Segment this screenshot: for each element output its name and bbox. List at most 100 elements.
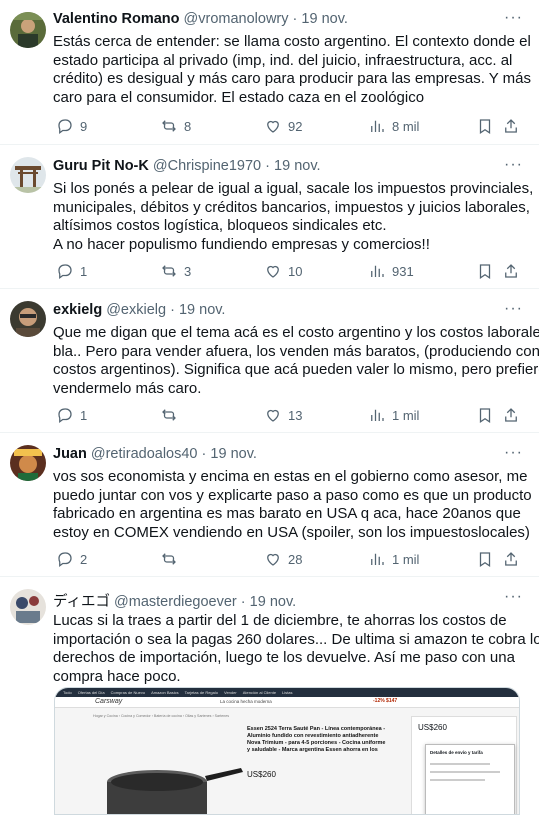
view-count: 1 mil	[392, 407, 420, 423]
avatar[interactable]	[10, 157, 46, 193]
bookmark-button[interactable]	[476, 549, 494, 569]
views-button[interactable]: 1 mil	[368, 405, 419, 425]
product-title: Essen 2524 Terra Sauté Pan - Línea conte…	[247, 726, 386, 753]
retweet-button[interactable]: 3	[160, 261, 191, 281]
like-button[interactable]: 92	[264, 116, 302, 136]
text-line: compra hace poco.	[53, 667, 181, 685]
like-button[interactable]: 13	[264, 405, 302, 425]
avatar[interactable]	[10, 301, 46, 337]
text-line: costos argentinos). Significa que acá pu…	[53, 361, 539, 378]
avatar[interactable]	[10, 445, 46, 481]
views-button[interactable]: 1 mil	[368, 549, 419, 569]
reply-count: 1	[80, 407, 88, 423]
text-line: A no hacer populismo fundiendo empresas …	[53, 235, 430, 253]
tweet-date[interactable]: 19 nov.	[210, 446, 257, 462]
more-icon[interactable]: ···	[504, 300, 523, 318]
views-button[interactable]: 8 mil	[368, 116, 419, 136]
views-icon	[371, 409, 384, 421]
reply-button[interactable]: 9	[56, 116, 87, 136]
avatar[interactable]	[10, 589, 46, 625]
tweet[interactable]: Juan @retiradoalos40 · 19 nov. ··· vos s…	[0, 433, 539, 577]
reply-icon	[58, 552, 72, 568]
avatar[interactable]	[10, 12, 46, 48]
reply-count: 9	[80, 118, 88, 134]
heart-icon	[267, 265, 279, 278]
nav-item: Amazon Basics	[151, 690, 179, 695]
author-handle[interactable]: @exkielg	[106, 302, 166, 318]
tweet[interactable]: exkielg @exkielg · 19 nov. ··· Que me di…	[0, 289, 539, 433]
share-button[interactable]	[502, 116, 520, 136]
author-name[interactable]: Valentino Romano	[53, 11, 180, 27]
like-count: 92	[288, 118, 303, 134]
store-topbar: Todo Ofertas del Día Compras de Nuevo Am…	[55, 688, 519, 697]
tweet-date[interactable]: 19 nov.	[250, 594, 297, 610]
more-icon[interactable]: ···	[504, 156, 523, 174]
nav-item: Ofertas del Día	[77, 690, 105, 695]
reply-button[interactable]: 2	[56, 549, 87, 569]
more-icon[interactable]: ···	[504, 444, 523, 462]
reply-icon	[58, 408, 72, 424]
retweet-button[interactable]: 8	[160, 116, 191, 136]
heart-icon	[267, 409, 279, 422]
text-line: altísimos costos logística, bloqueos sin…	[53, 217, 387, 234]
views-icon	[371, 265, 384, 277]
retweet-count: 3	[184, 263, 192, 279]
author-name[interactable]: ディエゴ	[53, 594, 110, 610]
retweet-button[interactable]	[160, 549, 184, 569]
bookmark-button[interactable]	[476, 405, 494, 425]
author-name[interactable]: Juan	[53, 446, 87, 462]
retweet-icon	[162, 409, 176, 421]
bookmark-button[interactable]	[476, 261, 494, 281]
reply-count: 2	[80, 551, 88, 567]
attached-image[interactable]: Todo Ofertas del Día Compras de Nuevo Am…	[54, 687, 520, 815]
tweet[interactable]: Guru Pit No-K @Chrispine1970 · 19 nov. ·…	[0, 145, 539, 289]
text-line: Estás cerca de entender: se llama costo …	[53, 33, 531, 50]
author-handle[interactable]: @masterdiegoever	[114, 594, 237, 610]
like-button[interactable]: 28	[264, 549, 302, 569]
views-icon	[371, 120, 384, 132]
bookmark-icon	[479, 552, 491, 567]
share-icon	[505, 408, 517, 422]
share-button[interactable]	[502, 549, 520, 569]
tweet-actions: 2 28 1 mil	[44, 549, 524, 569]
tweet[interactable]: Valentino Romano @vromanolowry · 19 nov.…	[0, 0, 539, 145]
shipping-popup: Detalles de envío y tarifa	[425, 744, 515, 814]
text-line: vendermelo más caro.	[53, 379, 202, 397]
more-icon[interactable]: ···	[504, 9, 523, 27]
reply-button[interactable]: 1	[56, 261, 87, 281]
store-deal: -12% $147	[373, 698, 398, 704]
text-line: Que me digan que el tema acá es el costo…	[53, 324, 539, 341]
tweet-date[interactable]: 19 nov.	[301, 11, 348, 27]
views-icon	[371, 553, 384, 565]
bookmark-icon	[479, 119, 491, 134]
tweet-date[interactable]: 19 nov.	[274, 158, 321, 174]
author-handle[interactable]: @retiradoalos40	[91, 446, 198, 462]
bookmark-button[interactable]	[476, 116, 494, 136]
author-handle[interactable]: @vromanolowry	[184, 11, 289, 27]
like-button[interactable]: 10	[264, 261, 302, 281]
pan-image	[107, 768, 243, 814]
text-line: derechos de importación, luego te los de…	[53, 649, 515, 666]
store-logo: Carsway	[95, 698, 123, 705]
reply-icon	[58, 264, 72, 280]
store-promo: La cocina hecha moderna	[220, 699, 272, 704]
retweet-button[interactable]	[160, 405, 184, 425]
tweet-date[interactable]: 19 nov.	[179, 302, 226, 318]
text-line: municipales, débitos y créditos bancario…	[53, 198, 530, 216]
view-count: 1 mil	[392, 551, 420, 567]
retweet-icon	[162, 120, 176, 132]
tweet-actions: 1 3 10 931	[44, 261, 524, 281]
like-count: 10	[288, 263, 303, 279]
share-button[interactable]	[502, 405, 520, 425]
reply-button[interactable]: 1	[56, 405, 87, 425]
author-name[interactable]: Guru Pit No-K	[53, 158, 149, 174]
more-icon[interactable]: ···	[504, 588, 523, 606]
nav-item: Tarjetas de Regalo	[184, 690, 218, 695]
author-handle[interactable]: @Chrispine1970	[153, 158, 261, 174]
retweet-icon	[162, 265, 176, 277]
author-name[interactable]: exkielg	[53, 302, 102, 318]
separator-dot: ·	[240, 594, 246, 610]
views-button[interactable]: 931	[368, 261, 414, 281]
tweet-text: vos sos economista y encima en estas en …	[53, 468, 532, 542]
share-button[interactable]	[502, 261, 520, 281]
